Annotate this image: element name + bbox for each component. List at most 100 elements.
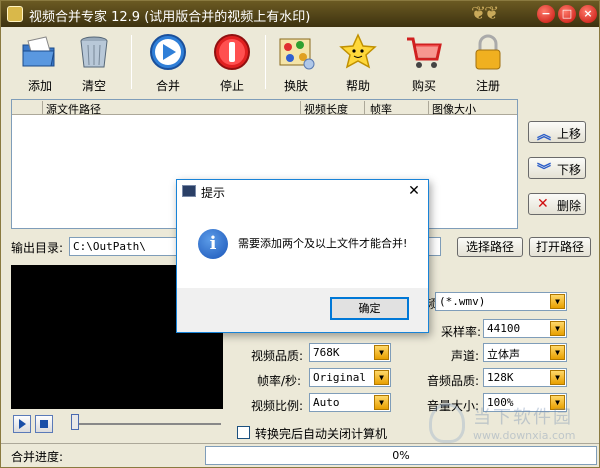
column-separator [428, 101, 429, 114]
toolbar-separator [265, 35, 266, 89]
minimize-button[interactable]: − [537, 5, 555, 23]
skin-label: 换肤 [283, 79, 308, 93]
toolbar: 添加 清空 合并 停止 换肤 帮助 购买 注册 [1, 27, 599, 95]
toolbar-separator [131, 35, 132, 89]
play-button[interactable] [13, 415, 31, 433]
help-label: 帮助 [345, 79, 370, 93]
trash-can-icon [74, 33, 114, 71]
close-button[interactable]: × [579, 5, 597, 23]
add-label: 添加 [27, 79, 52, 93]
aspect-value: Auto [313, 396, 340, 409]
stop-icon [212, 33, 252, 71]
video-quality-select[interactable]: 768K ▼ [309, 343, 391, 362]
open-path-button[interactable]: 打开路径 [529, 237, 591, 257]
maximize-button[interactable]: □ [558, 5, 576, 23]
double-chevron-down-icon: ︾ [537, 163, 551, 179]
sample-rate-select[interactable]: 44100 ▼ [483, 319, 567, 338]
video-quality-value: 768K [313, 346, 340, 359]
move-up-button[interactable]: ︽ 上移 [528, 121, 586, 143]
progress-value: 0% [392, 449, 410, 462]
dropdown-arrow-icon: ▼ [550, 370, 565, 385]
output-dir-label: 输出目录: [11, 241, 64, 255]
dialog-close-button[interactable]: ✕ [403, 181, 425, 201]
stop-playback-button[interactable] [35, 415, 53, 433]
main-window: 视频合并专家 12.9 (试用版合并的视频上有水印) ❦❦ − □ × 添加 清… [0, 0, 600, 468]
clear-label: 清空 [81, 79, 106, 93]
fps-label: 帧率/秒: [257, 374, 302, 388]
audio-quality-value: 128K [487, 371, 514, 384]
dropdown-arrow-icon: ▼ [374, 395, 389, 410]
audio-quality-label: 音频品质: [427, 374, 480, 388]
buy-label: 购买 [411, 79, 436, 93]
dialog-title: 提示 [201, 186, 226, 200]
channel-label: 声道: [451, 349, 480, 363]
info-icon: i [198, 229, 228, 259]
audio-quality-select[interactable]: 128K ▼ [483, 368, 567, 387]
format-select[interactable]: (*.wmv) ▼ [435, 292, 567, 311]
prompt-dialog: 提示 ✕ i 需要添加两个及以上文件才能合并! 确定 [176, 179, 429, 333]
stop-square-icon [40, 420, 48, 428]
dialog-app-icon [182, 185, 196, 197]
play-merge-icon [148, 33, 188, 71]
dropdown-arrow-icon: ▼ [374, 345, 389, 360]
watermark-logo-icon [429, 403, 465, 443]
help-star-icon [338, 33, 378, 71]
delete-label: 删除 [557, 199, 582, 213]
sample-rate-value: 44100 [487, 322, 521, 335]
register-button[interactable]: 注册 [461, 33, 515, 93]
watermark-name: 当下软件园 [473, 407, 573, 428]
channel-select[interactable]: 立体声 ▼ [483, 343, 567, 362]
shopping-cart-icon [404, 33, 444, 71]
seek-thumb[interactable] [71, 414, 79, 430]
sample-rate-label: 采样率: [441, 325, 482, 339]
dialog-body: i 需要添加两个及以上文件才能合并! [177, 203, 428, 288]
add-folder-icon [20, 33, 60, 71]
watermark-url: www.downxia.com [473, 429, 576, 442]
clear-button[interactable]: 清空 [67, 33, 121, 93]
merge-label: 合并 [155, 79, 180, 93]
column-image-size[interactable]: 图像大小 [432, 101, 476, 117]
merge-button[interactable]: 合并 [141, 33, 195, 93]
aspect-select[interactable]: Auto ▼ [309, 393, 391, 412]
register-label: 注册 [475, 79, 500, 93]
dialog-message: 需要添加两个及以上文件才能合并! [238, 237, 408, 250]
seek-track[interactable] [73, 423, 221, 425]
shutdown-label: 转换完后自动关闭计算机 [255, 427, 388, 441]
column-duration[interactable]: 视频长度 [304, 101, 348, 117]
dropdown-arrow-icon: ▼ [550, 321, 565, 336]
stop-label: 停止 [219, 79, 244, 93]
fps-select[interactable]: Original ▼ [309, 368, 391, 387]
app-icon [7, 6, 23, 22]
merge-progress-bar: 0% [205, 446, 597, 465]
dropdown-arrow-icon: ▼ [550, 294, 565, 309]
column-separator [42, 101, 43, 114]
title-bar[interactable]: 视频合并专家 12.9 (试用版合并的视频上有水印) ❦❦ − □ × [1, 1, 599, 27]
stop-button[interactable]: 停止 [205, 33, 259, 93]
move-down-button[interactable]: ︾ 下移 [528, 157, 586, 179]
player-controls [11, 413, 223, 433]
delete-button[interactable]: ✕ 删除 [528, 193, 586, 215]
help-button[interactable]: 帮助 [331, 33, 385, 93]
title-ornament-icon: ❦❦ [471, 3, 499, 24]
move-down-label: 下移 [557, 163, 582, 177]
aspect-label: 视频比例: [251, 399, 304, 413]
double-chevron-up-icon: ︽ [537, 127, 551, 143]
column-separator [364, 101, 365, 114]
dialog-title-bar[interactable]: 提示 ✕ [177, 180, 428, 203]
dropdown-arrow-icon: ▼ [374, 370, 389, 385]
add-button[interactable]: 添加 [13, 33, 67, 93]
shutdown-checkbox[interactable] [237, 426, 250, 439]
ok-button[interactable]: 确定 [330, 297, 409, 320]
choose-path-button[interactable]: 选择路径 [457, 237, 523, 257]
video-quality-label: 视频品质: [251, 349, 304, 363]
column-separator [300, 101, 301, 114]
column-source-path[interactable]: 源文件路径 [46, 101, 101, 117]
red-x-icon: ✕ [537, 196, 549, 212]
status-bar: 合并进度: 0% [1, 443, 599, 467]
channel-value: 立体声 [487, 348, 520, 361]
progress-label: 合并进度: [11, 450, 64, 464]
column-framerate[interactable]: 帧率 [370, 101, 392, 117]
skin-button[interactable]: 换肤 [269, 33, 323, 93]
buy-button[interactable]: 购买 [397, 33, 451, 93]
move-up-label: 上移 [557, 127, 582, 141]
